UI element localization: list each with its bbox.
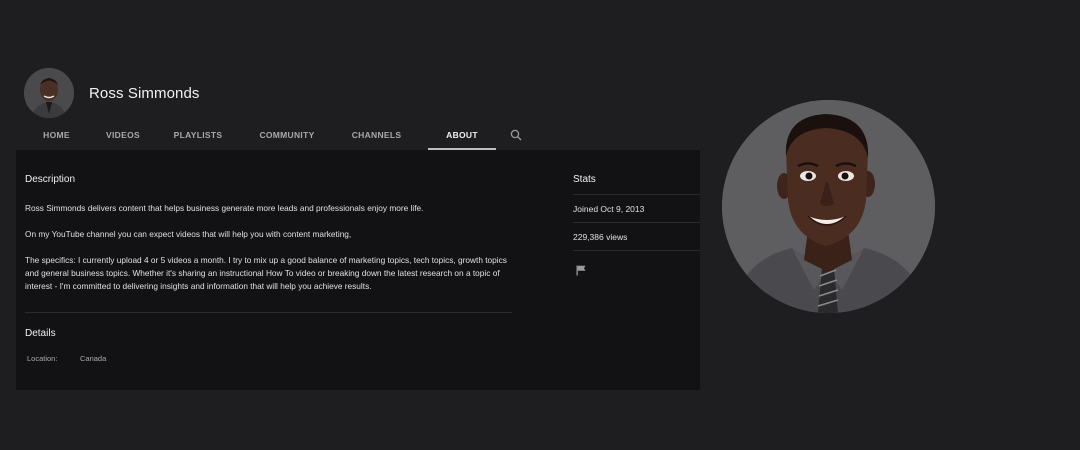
- description-paragraph: Ross Simmonds delivers content that help…: [25, 203, 424, 213]
- description-title: Description: [25, 174, 76, 185]
- description-paragraph: The specifics: I currently upload 4 or 5…: [25, 255, 507, 291]
- stats-divider: [573, 250, 700, 251]
- tab-about[interactable]: ABOUT: [428, 120, 496, 150]
- search-icon: [510, 129, 522, 141]
- stats-divider: [573, 194, 700, 195]
- tab-channels[interactable]: CHANNELS: [335, 120, 418, 150]
- channel-name: Ross Simmonds: [89, 84, 200, 102]
- avatar-portrait-icon: [24, 68, 74, 118]
- flag-icon[interactable]: [575, 264, 587, 276]
- tab-home[interactable]: HOME: [24, 120, 89, 150]
- channel-about-page: Ross Simmonds HOME VIDEOS PLAYLISTS COMM…: [0, 0, 1080, 450]
- profile-portrait: [722, 100, 935, 313]
- portrait-illustration-icon: [722, 100, 935, 313]
- tab-videos[interactable]: VIDEOS: [89, 120, 157, 150]
- location-label: Location:: [27, 354, 58, 363]
- stats-divider: [573, 222, 700, 223]
- channel-tabs: HOME VIDEOS PLAYLISTS COMMUNITY CHANNELS…: [24, 120, 536, 150]
- section-divider: [25, 312, 512, 313]
- view-count: 229,386 views: [573, 232, 628, 242]
- joined-date: Joined Oct 9, 2013: [573, 204, 645, 214]
- stats-title: Stats: [573, 174, 596, 185]
- tab-community[interactable]: COMMUNITY: [239, 120, 335, 150]
- details-location-row: Location: Canada: [27, 354, 106, 363]
- tab-playlists[interactable]: PLAYLISTS: [157, 120, 239, 150]
- channel-header: Ross Simmonds: [24, 68, 200, 118]
- location-value: Canada: [80, 354, 107, 363]
- description-paragraph: On my YouTube channel you can expect vid…: [25, 229, 352, 239]
- about-panel: Description Ross Simmonds delivers conte…: [16, 150, 700, 390]
- channel-search-button[interactable]: [496, 120, 536, 150]
- details-title: Details: [25, 328, 56, 339]
- channel-avatar[interactable]: [24, 68, 74, 118]
